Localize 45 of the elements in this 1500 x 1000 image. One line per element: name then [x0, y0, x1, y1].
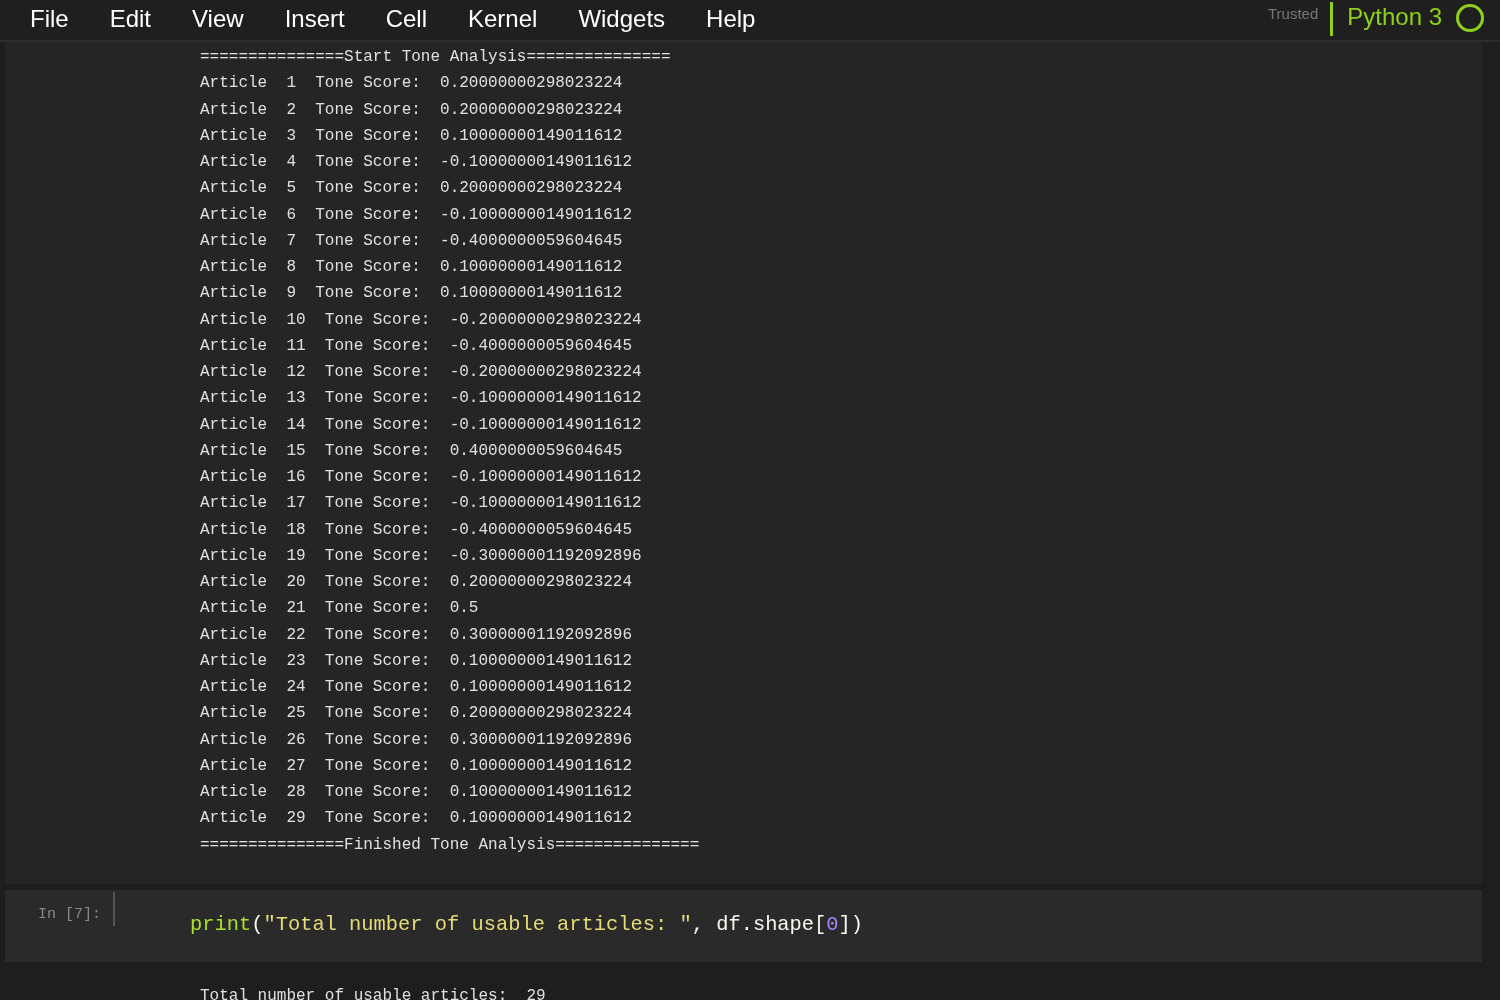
output-line: ===============Finished Tone Analysis===============	[200, 834, 700, 856]
output-line: Article 24 Tone Score: 0.10000000149011612	[200, 677, 633, 698]
output-line: Article 21 Tone Score: 0.5	[200, 598, 479, 620]
output-line: Article 4 Tone Score: -0.10000000149011612	[200, 152, 633, 173]
output-line: Article 26 Tone Score: 0.30000001192092896	[200, 729, 633, 751]
kernel-name[interactable]: Python 3	[1347, 2, 1442, 32]
output-line: Article 9 Tone Score: 0.10000000149011612	[200, 283, 623, 305]
output-line: Article 27 Tone Score: 0.10000000149011612	[200, 755, 633, 777]
output-line: Article 11 Tone Score: -0.4000000059604645	[200, 335, 633, 357]
menu-item[interactable]: View	[192, 4, 244, 34]
output-line: Article 15 Tone Score: 0.4000000059604645	[200, 440, 623, 462]
code-line[interactable]: print("Total number of usable articles: ", df.shape[0])	[190, 909, 864, 941]
output-line: Article 22 Tone Score: 0.30000001192092896	[200, 624, 633, 646]
output-line: Total number of usable articles: 29	[200, 985, 546, 1000]
output-line: Article 13 Tone Score: -0.10000000149011612	[200, 388, 642, 410]
output-line: Article 6 Tone Score: -0.10000000149011612	[200, 204, 633, 226]
output-line: Article 7 Tone Score: -0.4000000059604645	[200, 230, 623, 252]
output-line: Article 18 Tone Score: -0.4000000059604645	[200, 519, 633, 541]
output-line: Article 20 Tone Score: 0.20000000298023224	[200, 572, 633, 593]
output-line: Article 28 Tone Score: 0.10000000149011612	[200, 782, 633, 803]
menu-item[interactable]: File	[30, 4, 69, 34]
output-line: Article 14 Tone Score: -0.10000000149011612	[200, 414, 642, 436]
output-line: Article 29 Tone Score: 0.10000000149011612	[200, 808, 633, 830]
trusted-label[interactable]: Trusted	[1267, 2, 1319, 26]
output-line: Article 12 Tone Score: -0.20000000298023224	[200, 362, 642, 383]
menu-item[interactable]: Edit	[109, 4, 152, 34]
menu-item[interactable]: Cell	[385, 4, 427, 34]
menu-item[interactable]: Help	[706, 4, 756, 34]
output-line: Article 10 Tone Score: -0.20000000298023224	[200, 309, 642, 331]
output-line: Article 23 Tone Score: 0.10000000149011612	[200, 650, 633, 672]
output-line: Article 25 Tone Score: 0.20000000298023224	[200, 703, 633, 725]
output-line: Article 5 Tone Score: 0.20000000298023224	[200, 178, 623, 200]
output-line: Article 8 Tone Score: 0.10000000149011612	[200, 257, 623, 278]
output-line: Article 1 Tone Score: 0.20000000298023224	[200, 73, 623, 95]
output-line: Article 3 Tone Score: 0.10000000149011612	[200, 125, 623, 147]
output-line: Article 2 Tone Score: 0.20000000298023224	[200, 99, 623, 121]
menu-item[interactable]: Kernel	[468, 4, 538, 34]
output-line: Article 16 Tone Score: -0.10000000149011612	[200, 467, 642, 488]
output-line: ===============Start Tone Analysis===============	[200, 47, 671, 68]
output-line: Article 17 Tone Score: -0.10000000149011612	[200, 493, 642, 515]
code-cell[interactable]: In [7]: print("Total number of usable articles: ", df.shape[0])	[5, 889, 1482, 962]
cell-prompt: In [7]:	[38, 904, 102, 925]
menu-item[interactable]: Insert	[284, 4, 345, 34]
menu-item[interactable]: Widgets	[578, 4, 666, 34]
output-line: Article 19 Tone Score: -0.30000001192092896	[200, 545, 642, 567]
